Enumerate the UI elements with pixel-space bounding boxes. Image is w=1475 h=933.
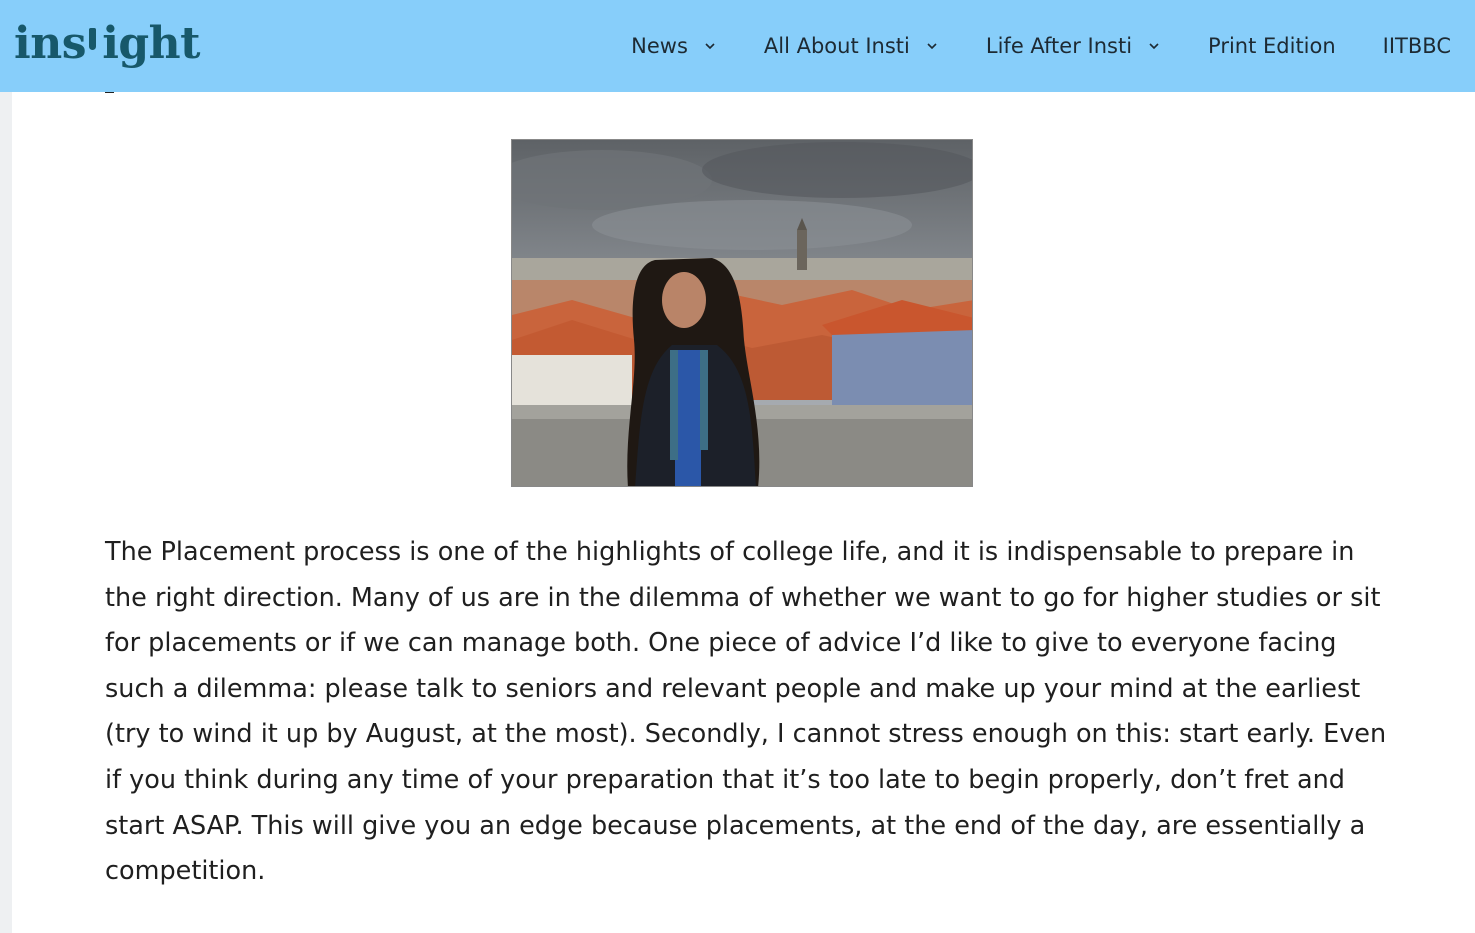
article-paragraph: The Placement process is one of the high…	[105, 537, 1387, 887]
article-photo	[511, 139, 973, 487]
site-logo[interactable]: insiight	[14, 14, 200, 74]
chevron-down-icon	[1149, 43, 1159, 50]
nav-item-label: News	[631, 34, 688, 58]
nav-item-iitbbc[interactable]: IITBBC	[1383, 0, 1451, 92]
chevron-down-icon	[927, 43, 937, 50]
nav-item-label: IITBBC	[1382, 34, 1451, 58]
nav-item-print-edition[interactable]: Print Edition	[1208, 0, 1336, 92]
logo-pen-glyph: i	[86, 14, 102, 74]
chevron-down-icon	[705, 43, 715, 50]
nav-item-label: Print Edition	[1208, 34, 1336, 58]
logo-text-start: ins	[14, 18, 86, 69]
top-navbar: insiight News All About Insti Life After…	[0, 0, 1475, 92]
nav-item-label: Life After Insti	[985, 34, 1133, 58]
nav-item-life-after-insti[interactable]: Life After Insti	[986, 0, 1161, 92]
logo-text-end: ight	[102, 18, 200, 69]
main-nav: News All About Insti Life After Insti Pr…	[631, 0, 1451, 92]
photo-illustration	[512, 140, 972, 486]
nav-item-news[interactable]: News	[631, 0, 717, 92]
nav-item-all-about-insti[interactable]: All About Insti	[764, 0, 939, 92]
nav-item-label: All About Insti	[763, 34, 910, 58]
